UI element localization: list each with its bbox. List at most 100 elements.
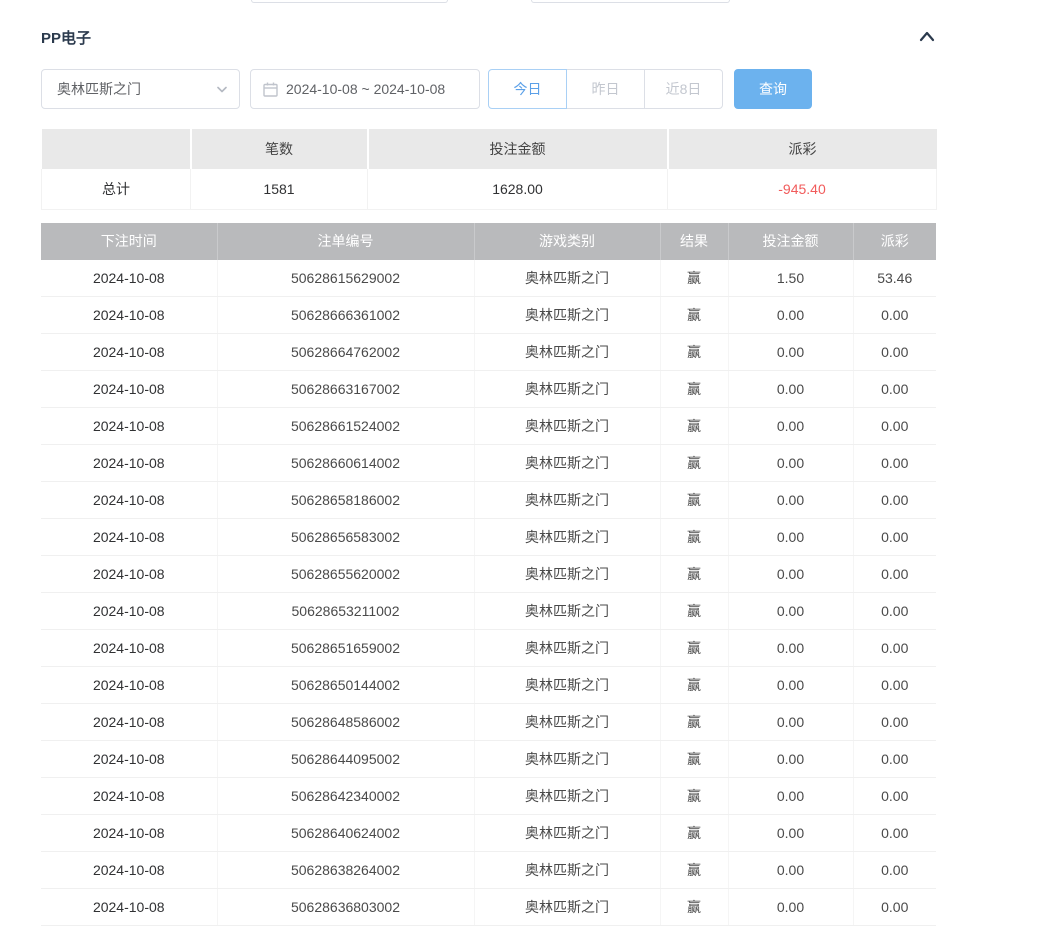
game-type-cell: 奥林匹斯之门: [474, 852, 660, 889]
bets-table: 下注时间注单编号游戏类别结果投注金额派彩 2024-10-08506286156…: [41, 223, 936, 927]
game-type-cell: 奥林匹斯之门: [474, 408, 660, 445]
bet-time-cell: 2024-10-08: [41, 482, 217, 519]
result-cell: 赢: [660, 334, 728, 371]
table-row: 2024-10-0850628644095002奥林匹斯之门赢0.000.00: [41, 741, 936, 778]
result-cell: 赢: [660, 519, 728, 556]
bets-header-cell: 下注时间: [41, 223, 217, 260]
payout-cell: 53.46: [853, 260, 936, 297]
date-range-picker[interactable]: 2024-10-08 ~ 2024-10-08: [250, 69, 480, 109]
result-cell: 赢: [660, 260, 728, 297]
bet-amount-cell: 0.00: [728, 371, 853, 408]
chevron-down-icon: [217, 86, 227, 93]
payout-cell: 0.00: [853, 556, 936, 593]
quick-range-button[interactable]: 昨日: [566, 69, 645, 109]
bet-id-cell: 50628656583002: [217, 519, 474, 556]
bet-amount-cell: 0.00: [728, 445, 853, 482]
bet-id-cell: 50628666361002: [217, 297, 474, 334]
result-cell: 赢: [660, 593, 728, 630]
quick-range-button[interactable]: 今日: [488, 69, 567, 109]
bet-amount-cell: 0.00: [728, 334, 853, 371]
table-row: 2024-10-0850628651659002奥林匹斯之门赢0.000.00: [41, 630, 936, 667]
table-row: 2024-10-0850628653211002奥林匹斯之门赢0.000.00: [41, 593, 936, 630]
table-row: 2024-10-0850628661524002奥林匹斯之门赢0.000.00: [41, 408, 936, 445]
bet-amount-cell: 0.00: [728, 667, 853, 704]
payout-cell: 0.00: [853, 519, 936, 556]
bet-time-cell: 2024-10-08: [41, 519, 217, 556]
result-cell: 赢: [660, 778, 728, 815]
bet-id-cell: 50628664762002: [217, 334, 474, 371]
summary-header-cell: [42, 129, 191, 169]
bet-id-cell: 50628636803002: [217, 889, 474, 926]
bet-id-cell: 50628663167002: [217, 371, 474, 408]
result-cell: 赢: [660, 408, 728, 445]
game-type-cell: 奥林匹斯之门: [474, 445, 660, 482]
bet-id-cell: 50628658186002: [217, 482, 474, 519]
result-cell: 赢: [660, 297, 728, 334]
bet-amount-cell: 0.00: [728, 741, 853, 778]
bets-header-row: 下注时间注单编号游戏类别结果投注金额派彩: [41, 223, 936, 260]
result-cell: 赢: [660, 482, 728, 519]
date-range-value: 2024-10-08 ~ 2024-10-08: [286, 81, 445, 97]
bet-id-cell: 50628640624002: [217, 815, 474, 852]
bet-id-cell: 50628644095002: [217, 741, 474, 778]
bet-time-cell: 2024-10-08: [41, 704, 217, 741]
section-header: PP电子: [41, 26, 936, 48]
summary-total-payout: -945.40: [668, 169, 937, 209]
bet-id-cell: 50628655620002: [217, 556, 474, 593]
bet-amount-cell: 0.00: [728, 519, 853, 556]
bet-id-cell: 50628650144002: [217, 667, 474, 704]
bets-table-body: 2024-10-0850628615629002奥林匹斯之门赢1.5053.46…: [41, 260, 936, 926]
bet-id-cell: 50628615629002: [217, 260, 474, 297]
bet-amount-cell: 0.00: [728, 482, 853, 519]
chevron-up-icon: [918, 30, 936, 44]
bet-time-cell: 2024-10-08: [41, 593, 217, 630]
game-type-cell: 奥林匹斯之门: [474, 593, 660, 630]
bet-amount-cell: 0.00: [728, 815, 853, 852]
bets-header-cell: 游戏类别: [474, 223, 660, 260]
table-row: 2024-10-0850628650144002奥林匹斯之门赢0.000.00: [41, 667, 936, 704]
game-select[interactable]: 奥林匹斯之门: [41, 69, 240, 109]
game-type-cell: 奥林匹斯之门: [474, 519, 660, 556]
table-row: 2024-10-0850628642340002奥林匹斯之门赢0.000.00: [41, 778, 936, 815]
bets-header-cell: 结果: [660, 223, 728, 260]
bet-id-cell: 50628642340002: [217, 778, 474, 815]
table-row: 2024-10-0850628638264002奥林匹斯之门赢0.000.00: [41, 852, 936, 889]
summary-total-row: 总计 1581 1628.00 -945.40: [42, 169, 937, 209]
collapse-button[interactable]: [918, 30, 936, 44]
bet-time-cell: 2024-10-08: [41, 852, 217, 889]
game-type-cell: 奥林匹斯之门: [474, 889, 660, 926]
payout-cell: 0.00: [853, 297, 936, 334]
game-type-cell: 奥林匹斯之门: [474, 704, 660, 741]
payout-cell: 0.00: [853, 482, 936, 519]
calendar-icon: [263, 82, 278, 97]
bet-time-cell: 2024-10-08: [41, 741, 217, 778]
summary-header-cell: 笔数: [191, 129, 368, 169]
game-type-cell: 奥林匹斯之门: [474, 778, 660, 815]
payout-cell: 0.00: [853, 667, 936, 704]
game-select-value: 奥林匹斯之门: [57, 79, 141, 99]
game-type-cell: 奥林匹斯之门: [474, 334, 660, 371]
bet-time-cell: 2024-10-08: [41, 260, 217, 297]
game-type-cell: 奥林匹斯之门: [474, 297, 660, 334]
summary-header-cell: 投注金额: [368, 129, 668, 169]
payout-cell: 0.00: [853, 741, 936, 778]
bet-time-cell: 2024-10-08: [41, 778, 217, 815]
payout-cell: 0.00: [853, 371, 936, 408]
bet-id-cell: 50628661524002: [217, 408, 474, 445]
bet-time-cell: 2024-10-08: [41, 334, 217, 371]
bet-time-cell: 2024-10-08: [41, 408, 217, 445]
filter-row: 奥林匹斯之门 2024-10-08 ~ 2024-10-08 今日昨日近8日 查…: [41, 69, 936, 109]
result-cell: 赢: [660, 556, 728, 593]
bet-time-cell: 2024-10-08: [41, 556, 217, 593]
quick-range-button[interactable]: 近8日: [644, 69, 723, 109]
game-type-cell: 奥林匹斯之门: [474, 482, 660, 519]
pp-games-section: PP电子 奥林匹斯之门 2024-10-08 ~ 2024-10-08 今日昨日…: [41, 0, 936, 926]
bet-amount-cell: 0.00: [728, 889, 853, 926]
search-button[interactable]: 查询: [734, 69, 812, 109]
bet-time-cell: 2024-10-08: [41, 889, 217, 926]
bet-time-cell: 2024-10-08: [41, 667, 217, 704]
payout-cell: 0.00: [853, 630, 936, 667]
bet-amount-cell: 0.00: [728, 593, 853, 630]
bet-amount-cell: 0.00: [728, 556, 853, 593]
bet-id-cell: 50628651659002: [217, 630, 474, 667]
